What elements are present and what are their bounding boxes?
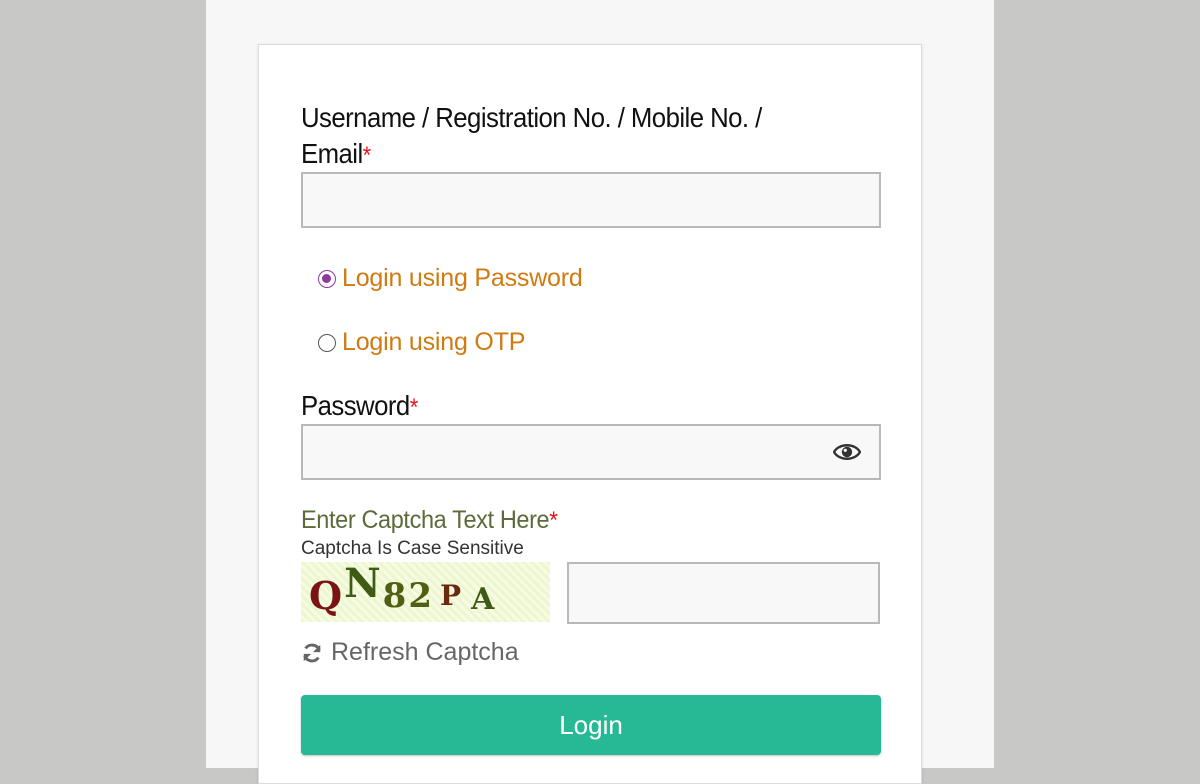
login-option-otp-label: Login using OTP bbox=[342, 328, 526, 356]
password-field[interactable] bbox=[301, 424, 881, 480]
login-option-password[interactable]: Login using Password bbox=[318, 264, 583, 293]
username-label: Username / Registration No. / Mobile No.… bbox=[301, 100, 881, 174]
login-option-password-label: Login using Password bbox=[342, 264, 583, 292]
refresh-captcha-label: Refresh Captcha bbox=[331, 638, 519, 666]
username-label-line1: Username / Registration No. / Mobile No.… bbox=[301, 102, 762, 133]
eye-icon[interactable] bbox=[833, 440, 861, 464]
radio-otp[interactable] bbox=[318, 333, 336, 352]
username-label-line2: Email bbox=[301, 138, 363, 169]
radio-password[interactable] bbox=[318, 269, 336, 288]
password-label: Password* bbox=[301, 388, 881, 426]
captcha-char: N bbox=[344, 562, 383, 607]
captcha-label-text: Enter Captcha Text Here bbox=[301, 506, 550, 534]
captcha-char: Q bbox=[309, 573, 345, 618]
refresh-icon bbox=[303, 643, 321, 662]
required-mark: * bbox=[362, 142, 372, 169]
captcha-char: 2 bbox=[408, 576, 435, 616]
captcha-text: QN82 P A bbox=[309, 562, 496, 618]
refresh-captcha-link[interactable]: Refresh Captcha bbox=[301, 638, 519, 667]
captcha-label: Enter Captcha Text Here* bbox=[301, 506, 558, 535]
required-mark: * bbox=[409, 394, 419, 421]
password-label-text: Password bbox=[301, 390, 410, 421]
captcha-image: QN82 P A bbox=[301, 562, 550, 622]
captcha-char: A bbox=[471, 582, 497, 617]
required-mark: * bbox=[549, 507, 558, 534]
login-option-otp[interactable]: Login using OTP bbox=[318, 328, 525, 357]
captcha-char: P bbox=[440, 579, 464, 612]
captcha-input[interactable] bbox=[567, 562, 880, 624]
captcha-hint: Captcha Is Case Sensitive bbox=[301, 538, 524, 559]
captcha-char: 8 bbox=[382, 576, 409, 616]
username-input[interactable] bbox=[301, 172, 881, 228]
login-button[interactable]: Login bbox=[301, 695, 881, 755]
